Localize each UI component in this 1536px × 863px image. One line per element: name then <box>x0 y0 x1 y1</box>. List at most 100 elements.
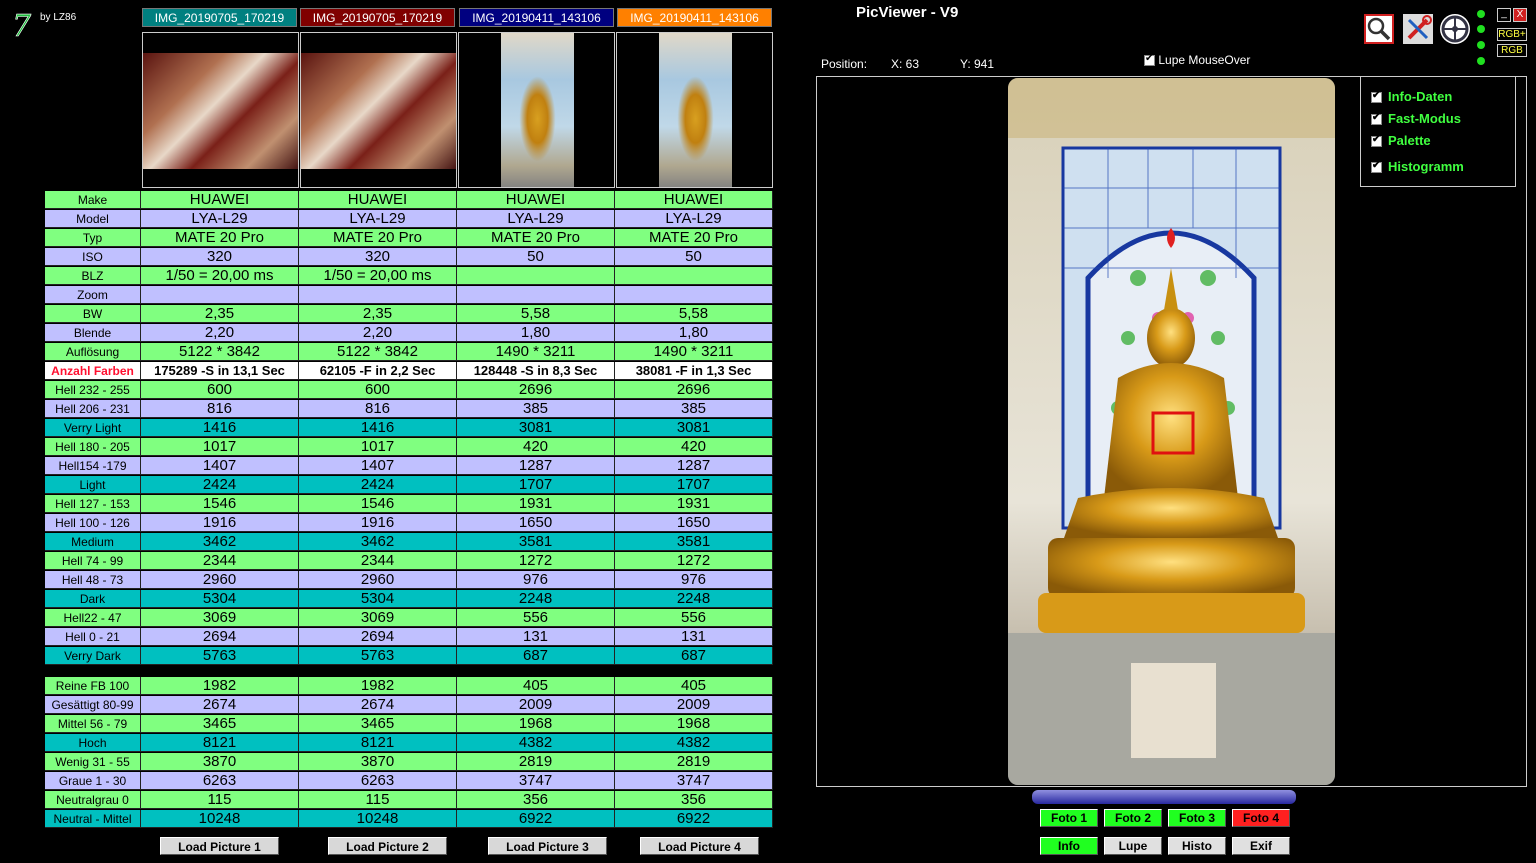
load-picture-3-button[interactable]: Load Picture 3 <box>488 837 607 855</box>
table-cell: 6263 <box>299 772 457 790</box>
checkbox-checked-icon[interactable] <box>1371 90 1382 104</box>
table-row: Zoom <box>45 286 773 304</box>
table-cell: 6263 <box>141 772 299 790</box>
table-cell: 6922 <box>457 810 615 828</box>
lupe-mouseover-checkbox[interactable]: Lupe MouseOver <box>1144 53 1250 67</box>
table-cell: 2344 <box>299 552 457 570</box>
load-picture-1-button[interactable]: Load Picture 1 <box>160 837 279 855</box>
file-tab-2[interactable]: IMG_20190705_170219 <box>300 8 455 27</box>
table-cell: 556 <box>457 609 615 627</box>
foto-2-button[interactable]: Foto 2 <box>1104 809 1162 827</box>
checkbox-checked-icon[interactable] <box>1371 160 1382 174</box>
info-button[interactable]: Info <box>1040 837 1098 855</box>
table-cell: 600 <box>299 381 457 399</box>
options-panel: Info-Daten Fast-Modus Palette Histogramm <box>1360 76 1516 187</box>
table-cell: 2819 <box>457 753 615 771</box>
row-label: Hell 232 - 255 <box>45 381 141 399</box>
checkbox-checked-icon[interactable] <box>1371 134 1382 148</box>
table-row: Hell154 -179 1407 1407 1287 1287 <box>45 457 773 475</box>
table-row: Hell 127 - 153 1546 1546 1931 1931 <box>45 495 773 513</box>
table-cell: 2819 <box>615 753 773 771</box>
row-label: Wenig 31 - 55 <box>45 753 141 771</box>
table-cell: 3465 <box>299 715 457 733</box>
status-led-4 <box>1477 57 1485 65</box>
table-row: Wenig 31 - 55 3870 3870 2819 2819 <box>45 753 773 771</box>
magnifier-icon[interactable] <box>1364 14 1394 44</box>
thumbnail-1[interactable] <box>142 32 299 188</box>
histo-button[interactable]: Histo <box>1168 837 1226 855</box>
table-cell: 1982 <box>299 677 457 695</box>
table-cell: 405 <box>615 677 773 695</box>
row-label: BLZ <box>45 267 141 285</box>
table-cell: 62105 -F in 2,2 Sec <box>299 362 457 380</box>
close-button[interactable]: X <box>1513 8 1527 22</box>
status-led-1 <box>1477 10 1485 18</box>
table-cell: 3747 <box>457 772 615 790</box>
table-cell: 3465 <box>141 715 299 733</box>
table-cell <box>141 286 299 304</box>
table-row: Auflösung 5122 * 3842 5122 * 3842 1490 * 32… <box>45 343 773 361</box>
checkbox-checked-icon[interactable] <box>1371 112 1382 126</box>
table-cell: 5,58 <box>615 305 773 323</box>
file-tab-4[interactable]: IMG_20190411_143106 <box>617 8 772 27</box>
table-cell: 687 <box>457 647 615 665</box>
table-cell: 976 <box>457 571 615 589</box>
foto-1-button[interactable]: Foto 1 <box>1040 809 1098 827</box>
table-row: Graue 1 - 30 6263 6263 3747 3747 <box>45 772 773 790</box>
table-cell: 115 <box>141 791 299 809</box>
row-label: Blende <box>45 324 141 342</box>
file-tab-3[interactable]: IMG_20190411_143106 <box>459 8 614 27</box>
foto-4-button[interactable]: Foto 4 <box>1232 809 1290 827</box>
table-cell: 3870 <box>299 753 457 771</box>
thumbnail-4[interactable] <box>616 32 773 188</box>
option-fast-modus[interactable]: Fast-Modus <box>1371 111 1461 126</box>
table-cell <box>299 286 457 304</box>
table-cell: 1546 <box>141 495 299 513</box>
table-cell <box>457 267 615 285</box>
table-row: Hell 206 - 231 816 816 385 385 <box>45 400 773 418</box>
thumbnail-3[interactable] <box>458 32 615 188</box>
table-cell: 2,20 <box>141 324 299 342</box>
table-cell: 2009 <box>457 696 615 714</box>
option-histogramm[interactable]: Histogramm <box>1371 159 1464 174</box>
table-cell: 5122 * 3842 <box>141 343 299 361</box>
table-cell: 556 <box>615 609 773 627</box>
option-palette[interactable]: Palette <box>1371 133 1431 148</box>
table-cell: 1916 <box>299 514 457 532</box>
lupe-button[interactable]: Lupe <box>1104 837 1162 855</box>
table-cell: 3462 <box>141 533 299 551</box>
tools-icon[interactable] <box>1403 14 1433 44</box>
row-label: Hell 127 - 153 <box>45 495 141 513</box>
row-label: Verry Dark <box>45 647 141 665</box>
file-tab-1[interactable]: IMG_20190705_170219 <box>142 8 297 27</box>
table-cell: MATE 20 Pro <box>141 229 299 247</box>
table-cell: 2694 <box>299 628 457 646</box>
minimize-button[interactable]: _ <box>1497 8 1511 22</box>
table-row: Hell 0 - 21 2694 2694 131 131 <box>45 628 773 646</box>
table-cell: 1272 <box>457 552 615 570</box>
table-cell: 10248 <box>141 810 299 828</box>
thumbnail-2[interactable] <box>300 32 457 188</box>
option-info-daten[interactable]: Info-Daten <box>1371 89 1452 104</box>
exif-button[interactable]: Exif <box>1232 837 1290 855</box>
load-picture-2-button[interactable]: Load Picture 2 <box>328 837 447 855</box>
table-row: Reine FB 100 1982 1982 405 405 <box>45 677 773 695</box>
row-label: Verry Light <box>45 419 141 437</box>
network-icon[interactable] <box>1440 14 1470 44</box>
checkbox-checked-icon[interactable] <box>1144 53 1155 67</box>
rgb-plus-button[interactable]: RGB+ <box>1497 28 1527 41</box>
table-cell: 1/50 = 20,00 ms <box>141 267 299 285</box>
rgb-button[interactable]: RGB <box>1497 44 1527 57</box>
table-cell: LYA-L29 <box>457 210 615 228</box>
row-label: Neutralgrau 0 <box>45 791 141 809</box>
load-picture-4-button[interactable]: Load Picture 4 <box>640 837 759 855</box>
table-cell: 1407 <box>141 457 299 475</box>
main-photo[interactable] <box>1008 78 1335 785</box>
table-cell: 385 <box>615 400 773 418</box>
table-cell: 2344 <box>141 552 299 570</box>
foto-3-button[interactable]: Foto 3 <box>1168 809 1226 827</box>
table-cell: 3581 <box>615 533 773 551</box>
table-row: Hoch 8121 8121 4382 4382 <box>45 734 773 752</box>
table-cell: 3747 <box>615 772 773 790</box>
foto-scroll-bar[interactable] <box>1032 790 1296 804</box>
